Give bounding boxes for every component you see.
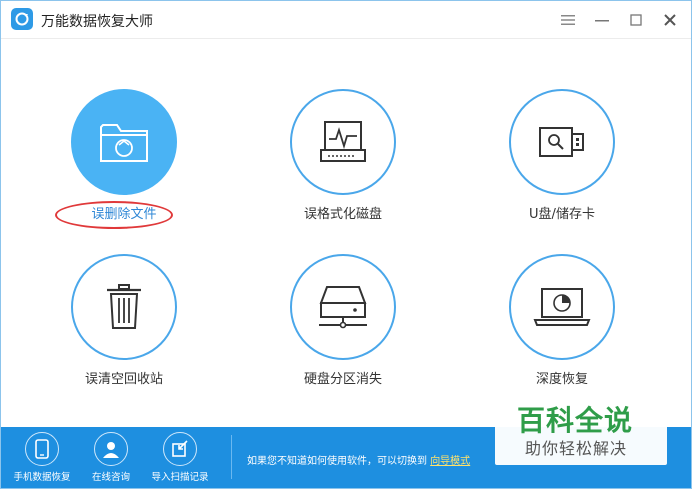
folder-recycle-icon [100, 124, 148, 162]
watermark-title: 百科全说 [517, 404, 634, 437]
tile-formatted-disk[interactable]: 误格式化磁盘 [268, 89, 418, 222]
usb-drive-icon [539, 127, 584, 157]
watermark-subtitle: 助你轻松解决 [525, 439, 628, 458]
tile-emptied-recycle-bin[interactable]: 误清空回收站 [49, 254, 199, 387]
user-icon [103, 442, 119, 458]
footer-icon-circle [94, 432, 128, 466]
close-button[interactable] [659, 9, 681, 31]
tile-label: 硬盘分区消失 [303, 372, 382, 387]
title-bar: 万能数据恢复大师 [1, 1, 691, 39]
close-icon [664, 14, 676, 26]
footer-hint: 如果您不知道如何使用软件，可以切换到 向导模式 [247, 452, 470, 467]
footer-import-scan[interactable]: 导入扫描记录 [145, 432, 215, 483]
tile-circle [509, 89, 615, 195]
phone-icon [35, 439, 49, 459]
tile-circle [290, 89, 396, 195]
tile-circle [290, 254, 396, 360]
tile-usb-card[interactable]: U盘/储存卡 [487, 89, 637, 222]
app-window: 万能数据恢复大师 注册 [0, 0, 692, 489]
trash-bin-icon [107, 284, 141, 329]
footer-online-consult[interactable]: 在线咨询 [76, 432, 146, 483]
hamburger-icon [561, 15, 575, 25]
footer-phone-recovery[interactable]: 手机数据恢复 [7, 432, 77, 483]
tile-circle [71, 89, 177, 195]
footer-icon-circle [25, 432, 59, 466]
maximize-icon [630, 14, 642, 26]
import-icon [172, 440, 188, 457]
tile-circle [71, 254, 177, 360]
app-title: 万能数据恢复大师 [41, 14, 153, 30]
minimize-button[interactable] [591, 9, 613, 31]
wizard-mode-link[interactable]: 向导模式 [430, 456, 470, 467]
tile-label: 深度恢复 [535, 372, 588, 387]
minimize-icon [595, 20, 609, 22]
footer-label: 导入扫描记录 [151, 472, 209, 483]
hard-drive-icon [319, 286, 367, 329]
highlight-oval [55, 201, 173, 229]
watermark-overlay: 百科全说 助你轻松解决 [495, 397, 667, 465]
tile-label: 误清空回收站 [84, 372, 163, 387]
tile-deleted-files[interactable]: 误删除文件 [49, 89, 199, 229]
footer-label: 在线咨询 [91, 472, 130, 483]
laptop-icon [533, 288, 591, 326]
recovery-options-panel: 误删除文件 误格式化磁盘 U盘/储存卡 误清空回收站 硬盘分区消失 深度恢复 [1, 39, 691, 427]
footer-divider [231, 435, 232, 479]
footer-icon-circle [163, 432, 197, 466]
tile-deep-recovery[interactable]: 深度恢复 [487, 254, 637, 387]
footer-hint-text: 如果您不知道如何使用软件，可以切换到 [247, 456, 427, 467]
tile-label: U盘/储存卡 [529, 207, 595, 222]
menu-button[interactable] [557, 9, 579, 31]
app-logo-icon [11, 8, 33, 30]
tile-circle [509, 254, 615, 360]
footer-label: 手机数据恢复 [13, 472, 71, 483]
tile-label: 误格式化磁盘 [303, 207, 382, 222]
disk-pulse-icon [320, 121, 366, 162]
tile-partition-lost[interactable]: 硬盘分区消失 [268, 254, 418, 387]
maximize-button[interactable] [625, 9, 647, 31]
